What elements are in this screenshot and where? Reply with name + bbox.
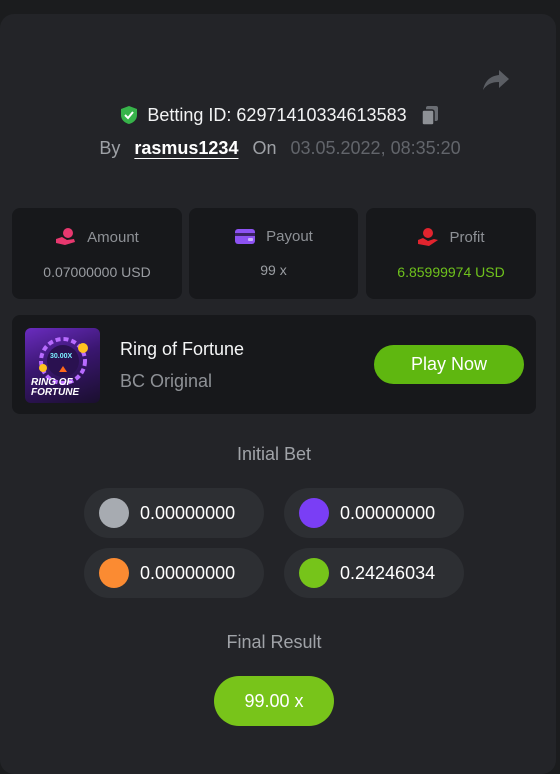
game-title[interactable]: Ring of Fortune: [120, 339, 244, 360]
bet-chip: 0.00000000: [284, 488, 464, 538]
share-button[interactable]: [480, 66, 512, 94]
orange-coin-icon: [99, 558, 129, 588]
chip-amount: 0.00000000: [340, 502, 436, 523]
wallet-card-icon: [235, 229, 256, 244]
thumbnail-multiplier: 30.00X: [50, 353, 73, 360]
gray-coin-icon: [99, 498, 129, 528]
username-link[interactable]: rasmus1234: [134, 138, 238, 159]
by-label: By: [99, 138, 121, 158]
green-coin-icon: [299, 558, 329, 588]
thumbnail-title-line-2: FORTUNE: [31, 387, 80, 398]
payout-card: Payout 99 x: [189, 208, 358, 299]
on-label: On: [252, 138, 277, 158]
game-thumbnail[interactable]: 30.00X RING OF FORTUNE: [25, 328, 100, 403]
bet-chip: 0.24246034: [284, 548, 464, 598]
game-card: 30.00X RING OF FORTUNE Ring of Fortune B…: [12, 315, 536, 414]
chip-amount: 0.00000000: [140, 562, 236, 583]
coins-hand-icon: [56, 228, 76, 245]
amount-value: 0.07000000 USD: [43, 264, 151, 280]
profit-card: Profit 6.85999974 USD: [366, 208, 536, 299]
copy-icon[interactable]: [419, 104, 441, 126]
bet-chip: 0.00000000: [84, 488, 264, 538]
play-now-button[interactable]: Play Now: [374, 345, 524, 384]
bettor-line: By rasmus1234 On 03.05.2022, 08:35:20: [0, 138, 560, 159]
amount-card: Amount 0.07000000 USD: [12, 208, 182, 299]
purple-coin-icon: [299, 498, 329, 528]
share-arrow-icon: [483, 70, 509, 90]
betting-id-row: Betting ID: 62971410334613583: [0, 104, 560, 126]
hand-coin-icon: [418, 228, 439, 246]
final-result-badge: 99.00 x: [214, 676, 334, 726]
profit-label: Profit: [449, 228, 485, 246]
verified-shield-icon: [121, 106, 138, 124]
bet-chip: 0.00000000: [84, 548, 264, 598]
payout-value: 99 x: [260, 262, 287, 278]
game-subtitle: BC Original: [120, 371, 213, 391]
betting-id: Betting ID: 62971410334613583: [147, 104, 407, 125]
profit-value: 6.85999974 USD: [397, 264, 505, 280]
amount-label: Amount: [87, 228, 139, 246]
bet-datetime: 03.05.2022, 08:35:20: [290, 138, 461, 158]
thumbnail-title: RING OF FORTUNE: [31, 378, 79, 398]
initial-bet-title: Initial Bet: [236, 444, 312, 464]
chip-amount: 0.00000000: [140, 502, 236, 523]
chip-amount: 0.24246034: [340, 562, 436, 583]
payout-label: Payout: [266, 227, 313, 245]
final-result-title: Final Result: [226, 632, 322, 652]
